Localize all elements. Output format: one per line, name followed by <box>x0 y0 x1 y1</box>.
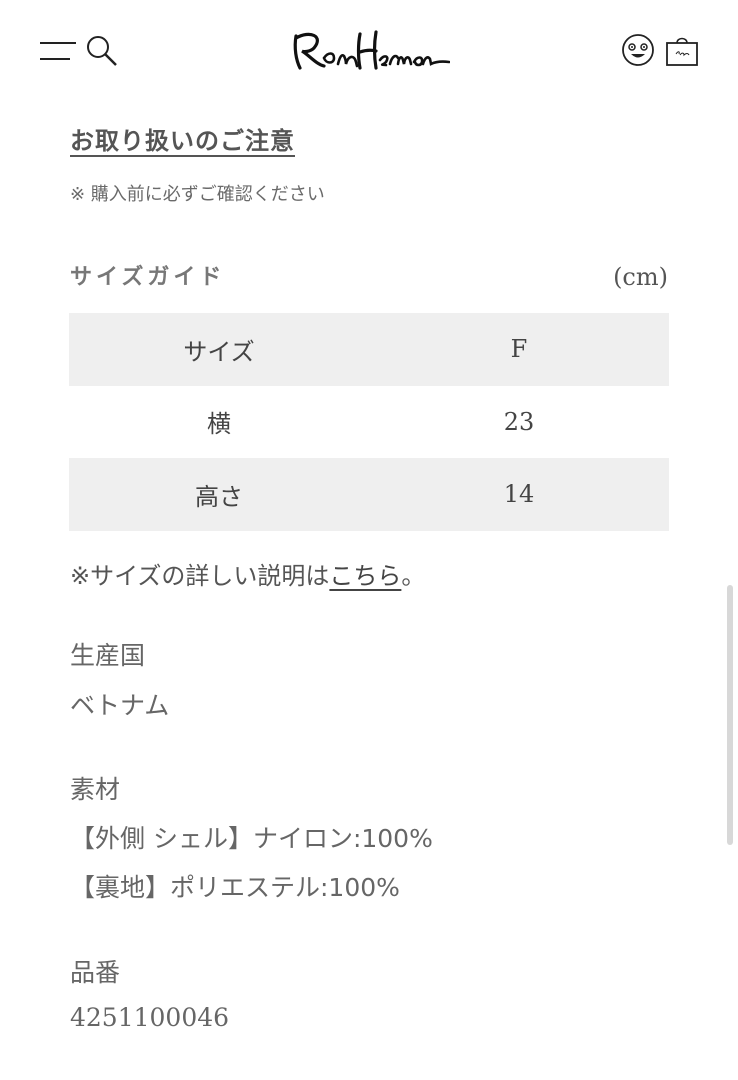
size-table-value: 23 <box>503 407 535 436</box>
item-number-label: 品番 <box>70 958 121 987</box>
item-number-value: 4251100046 <box>70 1003 230 1032</box>
search-icon[interactable] <box>84 33 120 69</box>
material-label: 素材 <box>70 775 121 804</box>
size-detail-prefix: ※サイズの詳しい説明は <box>70 562 330 590</box>
size-table: サイズ F 横 23 高さ 14 <box>69 313 669 531</box>
size-detail-suffix: 。 <box>401 562 426 590</box>
bag-icon[interactable] <box>664 33 700 69</box>
care-note: ※ 購入前に必ずご確認ください <box>70 184 325 205</box>
size-table-value: F <box>369 313 669 386</box>
brand-logo[interactable] <box>290 26 451 76</box>
site-header <box>0 0 738 100</box>
material-line: 【外側 シェル】ナイロン:100% <box>70 824 433 853</box>
scrollbar[interactable] <box>727 585 733 845</box>
size-detail-link[interactable]: こちら <box>329 562 401 590</box>
size-table-label: サイズ <box>69 313 369 386</box>
size-table-label: 高さ <box>69 458 369 531</box>
material-line: 【裏地】ポリエステル:100% <box>70 873 400 902</box>
size-table-row: 高さ 14 <box>69 458 669 531</box>
size-table-row-header: サイズ F <box>69 313 669 386</box>
size-table-value: 14 <box>369 458 669 531</box>
country-label: 生産国 <box>70 641 146 670</box>
menu-icon[interactable] <box>40 36 76 64</box>
size-guide-unit: (cm) <box>613 263 668 291</box>
size-guide-title: サイズガイド <box>70 265 226 290</box>
size-table-label: 横 <box>207 410 231 439</box>
size-detail-note: ※サイズの詳しい説明はこちら。 <box>70 556 425 591</box>
face-icon[interactable] <box>621 33 655 67</box>
size-table-row: 横 23 <box>69 386 669 459</box>
country-value: ベトナム <box>70 691 170 720</box>
care-instructions-link[interactable]: お取り扱いのご注意 <box>70 121 295 156</box>
